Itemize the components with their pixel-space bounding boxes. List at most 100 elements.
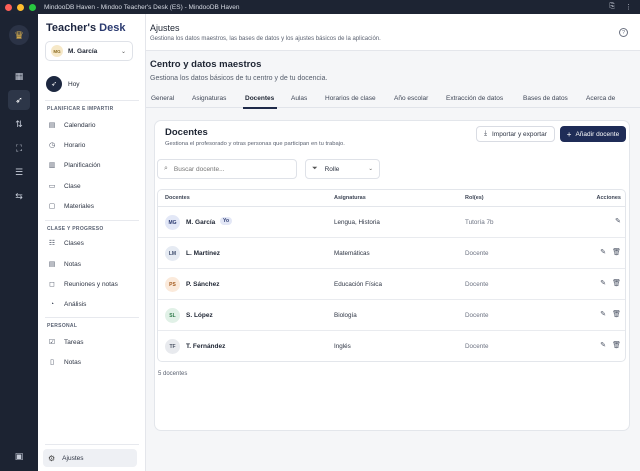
me-badge: Yo: [220, 217, 233, 225]
tab-bar: General Asignaturas Docentes Aulas Horar…: [146, 91, 640, 109]
notebook-icon: ▥: [48, 162, 56, 169]
sidebar-item-notas-personal[interactable]: ▯ Notas: [47, 356, 81, 368]
import-export-button[interactable]: ⤓ Importar y exportar: [476, 126, 555, 142]
chevron-down-icon: ⌄: [120, 48, 126, 55]
section-class: CLASE Y PROGRESO: [47, 226, 104, 232]
teacher-name: M. García: [186, 219, 216, 226]
section-personal: PERSONAL: [47, 323, 78, 329]
teacher-name: P. Sánchez: [186, 281, 220, 288]
teachers-card: Docentes Gestiona el profesorado y otras…: [154, 120, 630, 431]
sort-icon[interactable]: ⇅: [8, 114, 30, 134]
close-window-button[interactable]: [5, 3, 12, 11]
tab-extraccion[interactable]: Extracción de datos: [446, 95, 503, 102]
search-input[interactable]: [173, 165, 284, 173]
sidebar-item-tareas[interactable]: ☑ Tareas: [47, 336, 84, 348]
edit-icon[interactable]: ✎: [600, 279, 606, 287]
teacher-role: Docente: [465, 312, 489, 319]
edit-icon[interactable]: ✎: [615, 217, 621, 225]
main-content: Centro y datos maestros Gestiona los dat…: [146, 51, 640, 471]
gear-icon: ⚙: [48, 453, 56, 463]
trash-icon[interactable]: 🗑: [612, 248, 621, 256]
sidebar-item-analisis[interactable]: ◔ Análisis: [47, 298, 87, 310]
tab-acerca[interactable]: Acerca de: [586, 95, 615, 102]
teacher-name: T. Fernández: [186, 343, 226, 350]
sidebar-item-hoy[interactable]: ➶ Hoy: [46, 76, 80, 92]
table-row[interactable]: SL S. López Biología Docente ✎ 🗑: [158, 300, 625, 331]
sliders-icon[interactable]: ⇆: [8, 186, 30, 206]
maximize-window-button[interactable]: [29, 3, 36, 11]
section-title: Centro y datos maestros: [150, 59, 262, 70]
dashboard-icon[interactable]: ▦: [8, 66, 30, 86]
tab-docentes[interactable]: Docentes: [245, 95, 274, 102]
teacher-name: S. López: [186, 312, 213, 319]
tab-general[interactable]: General: [151, 95, 174, 102]
card-subtitle: Gestiona el profesorado y otras personas…: [165, 141, 345, 147]
table-row[interactable]: MG M. García Yo Lengua, Historia Tutoría 7b ✎: [158, 207, 625, 238]
page-subtitle: Gestiona los datos maestros, las bases d…: [150, 36, 381, 42]
clock-icon: ◷: [48, 142, 56, 149]
trash-icon[interactable]: 🗑: [612, 310, 621, 318]
help-icon[interactable]: ?: [619, 28, 628, 37]
plus-icon: +: [566, 129, 572, 139]
user-name: M. García: [68, 47, 98, 55]
sidebar-item-ajustes[interactable]: ⚙ Ajustes: [43, 449, 137, 467]
minimize-window-button[interactable]: [17, 3, 24, 11]
teacher-role: Docente: [465, 281, 489, 288]
user-selector[interactable]: MG M. García ⌄: [45, 41, 133, 61]
window-controls: [5, 3, 36, 11]
teacher-subjects: Matemáticas: [334, 250, 370, 257]
app-logo-icon: ♛: [9, 25, 29, 45]
panel-toggle-icon[interactable]: ▣: [8, 446, 30, 466]
tasks-icon: ☑: [48, 339, 56, 346]
sidebar-item-planificacion[interactable]: ▥ Planificación: [47, 159, 101, 171]
tab-ano-escolar[interactable]: Año escolar: [394, 95, 428, 102]
share-icon[interactable]: ⎘: [609, 3, 615, 11]
role-filter-select[interactable]: ⏷ Rolle ⌄: [305, 159, 380, 179]
edit-icon[interactable]: ✎: [600, 341, 606, 349]
add-teacher-button[interactable]: + Añadir docente: [560, 126, 626, 142]
calendar-icon: ▤: [48, 122, 56, 129]
database-icon[interactable]: ☰: [8, 162, 30, 182]
trash-icon[interactable]: 🗑: [612, 279, 621, 287]
users-icon: ☷: [48, 240, 56, 247]
more-icon[interactable]: ⋮: [625, 3, 632, 11]
search-box: ⌕: [157, 159, 297, 179]
sidebar-item-calendario[interactable]: ▤ Calendario: [47, 119, 96, 131]
row-count: 5 docentes: [158, 371, 188, 377]
sidebar: Teacher's Desk MG M. García ⌄ ➶ Hoy PLAN…: [38, 14, 146, 471]
teachers-table: Docentes Asignaturas Rol(es) Acciones MG…: [157, 189, 626, 362]
sidebar-item-materiales[interactable]: ▢ Materiales: [47, 200, 94, 212]
note-icon: ▯: [50, 359, 54, 366]
tab-bases-datos[interactable]: Bases de datos: [523, 95, 568, 102]
section-subtitle: Gestiona los datos básicos de tu centro …: [150, 75, 328, 82]
title-bar: MindooDB Haven - Mindoo Teacher's Desk (…: [0, 0, 640, 14]
rocket-icon[interactable]: ➶: [8, 90, 30, 110]
sidebar-item-horario[interactable]: ◷ Horario: [47, 139, 85, 151]
teacher-role: Docente: [465, 343, 489, 350]
sidebar-item-clases[interactable]: ☷ Clases: [47, 237, 84, 249]
active-tab-indicator: [243, 107, 277, 109]
column-header: Acciones: [596, 195, 621, 201]
sidebar-item-notas[interactable]: ▤ Notas: [47, 258, 81, 270]
table-row[interactable]: TF T. Fernández Inglés Docente ✎ 🗑: [158, 331, 625, 361]
scan-icon[interactable]: ⛶: [8, 138, 30, 158]
column-header: Rol(es): [465, 195, 484, 201]
download-icon: ⤓: [484, 130, 487, 137]
avatar: TF: [165, 339, 180, 354]
tab-horarios[interactable]: Horarios de clase: [325, 95, 376, 102]
trash-icon[interactable]: 🗑: [612, 341, 621, 349]
app-window: MindooDB Haven - Mindoo Teacher's Desk (…: [0, 0, 640, 471]
table-row[interactable]: LM L. Martínez Matemáticas Docente ✎ 🗑: [158, 238, 625, 269]
teacher-role: Tutoría 7b: [465, 219, 494, 226]
edit-icon[interactable]: ✎: [600, 310, 606, 318]
chat-icon: ◻: [49, 281, 55, 288]
tab-asignaturas[interactable]: Asignaturas: [192, 95, 226, 102]
edit-icon[interactable]: ✎: [600, 248, 606, 256]
sidebar-item-clase[interactable]: ▭ Clase: [47, 180, 81, 192]
rocket-icon: ➶: [46, 76, 62, 92]
brand-title: Teacher's Desk: [46, 22, 126, 34]
sidebar-item-reuniones[interactable]: ◻ Reuniones y notas: [47, 278, 118, 290]
window-title: MindooDB Haven - Mindoo Teacher's Desk (…: [44, 3, 240, 11]
table-row[interactable]: PS P. Sánchez Educación Física Docente ✎ 🗑: [158, 269, 625, 300]
tab-aulas[interactable]: Aulas: [291, 95, 307, 102]
